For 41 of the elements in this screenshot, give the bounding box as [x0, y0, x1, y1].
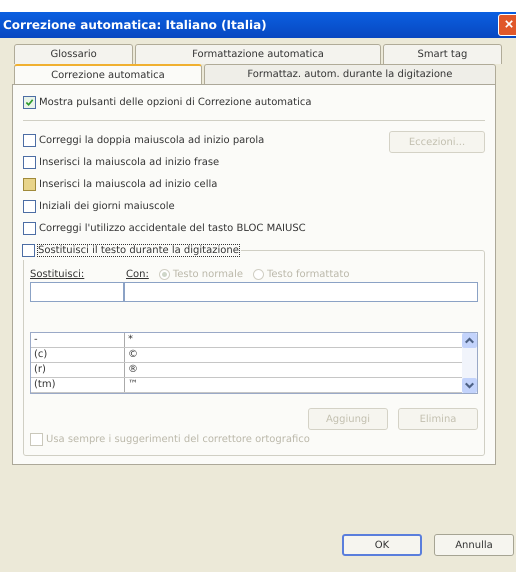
checkbox[interactable] — [23, 178, 36, 191]
scroll-down-icon[interactable] — [462, 378, 477, 393]
list-cell[interactable]: - — [31, 333, 125, 347]
replace-label: Sostituisci: — [30, 268, 86, 280]
checkbox-label: Correggi la doppia maiuscola ad inizio parola — [39, 135, 264, 146]
checkbox-label: Correggi l'utilizzo accidentale del tasto BLOC MAIUSC — [39, 223, 306, 234]
checkbox[interactable] — [23, 134, 36, 147]
list-cell[interactable]: (r) — [31, 363, 125, 377]
tab[interactable]: Formattaz. autom. durante la digitazione — [204, 64, 496, 84]
checkbox-label: Inserisci la maiuscola ad inizio cella — [39, 179, 218, 190]
scroll-up-icon[interactable] — [462, 333, 477, 348]
checkbox[interactable] — [22, 244, 35, 257]
with-field[interactable] — [124, 282, 478, 302]
replace-field[interactable] — [30, 282, 124, 302]
radio-label: Testo formattato — [267, 268, 350, 280]
dialog-button[interactable]: Annulla — [434, 534, 514, 556]
radio-label: Testo normale — [172, 268, 243, 280]
close-button[interactable]: × — [498, 14, 516, 36]
list-cell[interactable]: ® — [125, 363, 138, 377]
list-cell[interactable]: ™ — [125, 378, 138, 392]
checkbox[interactable] — [23, 96, 36, 109]
tab[interactable]: Correzione automatica — [14, 64, 202, 84]
scrollbar[interactable] — [462, 333, 477, 393]
window-title: Correzione automatica: Italiano (Italia) — [3, 18, 267, 32]
list-cell[interactable]: (c) — [31, 348, 125, 362]
list-cell[interactable]: © — [125, 348, 138, 362]
checkbox-label: Iniziali dei giorni maiuscole — [39, 201, 175, 212]
checkbox-label: Usa sempre i suggerimenti del correttore ortografico — [46, 434, 310, 445]
list-cell[interactable]: * — [125, 333, 133, 347]
checkbox[interactable] — [23, 200, 36, 213]
checkbox[interactable] — [23, 222, 36, 235]
tab[interactable]: Glossario — [14, 44, 134, 64]
tab[interactable]: Formattazione automatica — [135, 44, 381, 64]
dialog-button[interactable]: OK — [342, 534, 422, 556]
tab[interactable]: Smart tag — [382, 44, 502, 64]
checkbox-label: Mostra pulsanti delle opzioni di Correzione automatica — [39, 97, 312, 108]
checkbox-label: Inserisci la maiuscola ad inizio frase — [39, 157, 220, 168]
checkbox-label: Sostituisci il testo durante la digitazione — [38, 245, 239, 256]
with-label: Con: — [126, 268, 149, 280]
checkbox[interactable] — [23, 156, 36, 169]
list-cell[interactable]: (tm) — [31, 378, 125, 392]
